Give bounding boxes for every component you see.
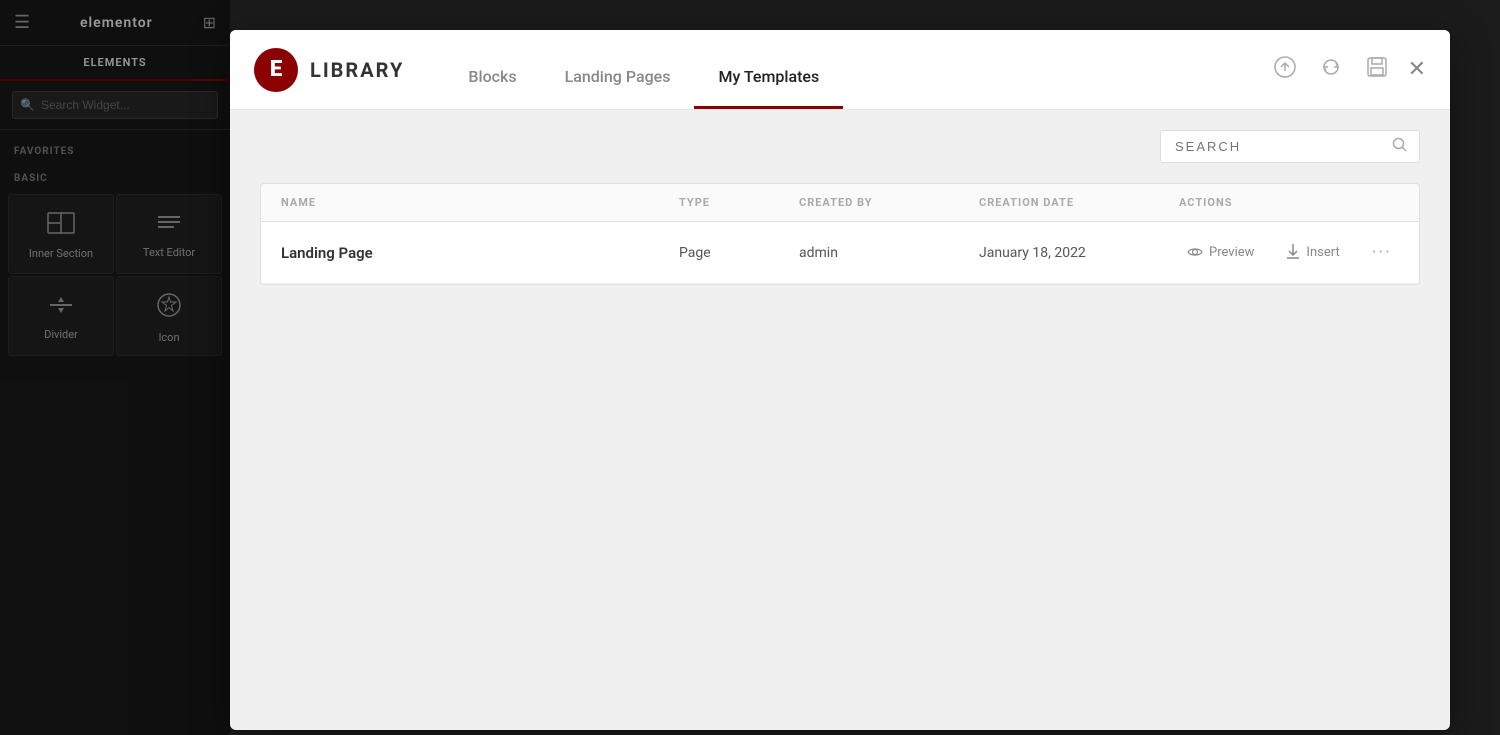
preview-label: Preview: [1209, 245, 1254, 260]
library-modal: E LIBRARY Blocks Landing Pages My Templa…: [230, 30, 1450, 730]
row-type: Page: [679, 245, 799, 261]
table-actions: Preview Insert: [1179, 238, 1399, 267]
more-options-button[interactable]: ···: [1364, 238, 1400, 267]
col-actions: ACTIONS: [1179, 196, 1399, 209]
insert-button[interactable]: Insert: [1278, 239, 1347, 267]
library-title: LIBRARY: [310, 58, 404, 82]
search-input-wrap: [1160, 130, 1420, 163]
logo-e: E: [270, 57, 282, 82]
modal-logo: E LIBRARY: [254, 48, 404, 92]
col-type: TYPE: [679, 196, 799, 209]
col-creation-date: CREATION DATE: [979, 196, 1179, 209]
eye-icon: [1187, 244, 1203, 262]
modal-body: NAME TYPE CREATED BY CREATION DATE ACTIO…: [230, 110, 1450, 730]
table-row: Landing Page Page admin January 18, 2022: [261, 222, 1419, 284]
modal-header-actions: ✕: [1270, 52, 1426, 87]
templates-table: NAME TYPE CREATED BY CREATION DATE ACTIO…: [260, 183, 1420, 285]
tab-landing-pages[interactable]: Landing Pages: [541, 30, 695, 109]
row-actions: Preview Insert: [1179, 238, 1399, 267]
row-name: Landing Page: [281, 244, 679, 262]
modal-tabs: Blocks Landing Pages My Templates: [444, 30, 1269, 109]
col-name: NAME: [281, 196, 679, 209]
upload-icon[interactable]: [1270, 52, 1300, 87]
save-icon[interactable]: [1362, 52, 1392, 87]
template-search-input[interactable]: [1160, 130, 1420, 163]
row-creation-date: January 18, 2022: [979, 245, 1179, 261]
download-icon: [1286, 243, 1300, 263]
preview-button[interactable]: Preview: [1179, 240, 1262, 266]
search-icon: [1392, 137, 1408, 157]
col-created-by: CREATED BY: [799, 196, 979, 209]
insert-label: Insert: [1306, 245, 1339, 260]
modal-search-bar: [260, 130, 1420, 163]
elementor-logo-circle: E: [254, 48, 298, 92]
modal-close-button[interactable]: ✕: [1408, 57, 1426, 82]
modal-header: E LIBRARY Blocks Landing Pages My Templa…: [230, 30, 1450, 110]
row-created-by: admin: [799, 245, 979, 261]
table-header: NAME TYPE CREATED BY CREATION DATE ACTIO…: [261, 184, 1419, 222]
tab-blocks[interactable]: Blocks: [444, 30, 540, 109]
sync-icon[interactable]: [1316, 52, 1346, 87]
tab-my-templates[interactable]: My Templates: [694, 30, 843, 109]
